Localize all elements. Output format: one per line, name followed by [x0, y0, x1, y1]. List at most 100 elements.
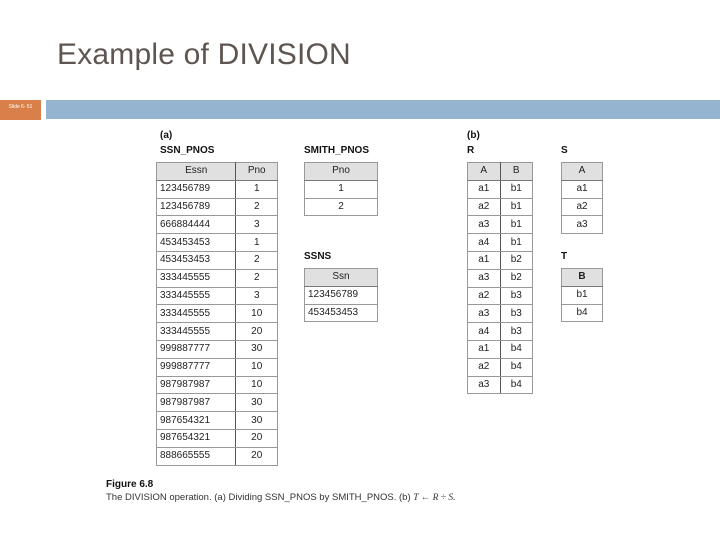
table-row: b4	[561, 303, 603, 323]
table-cell: 333445555	[155, 304, 237, 324]
table-cell: 30	[235, 339, 278, 359]
table-cell: 10	[235, 357, 278, 377]
table-cell: 30	[235, 393, 278, 413]
column-header: A	[561, 162, 603, 181]
ssn-pnos-title: SSN_PNOS	[160, 145, 215, 156]
caption-description: The DIVISION operation. (a) Dividing SSN…	[106, 492, 414, 503]
column-header: B	[561, 268, 603, 287]
table-cell: b1	[561, 285, 603, 305]
table-cell: b1	[499, 215, 533, 235]
table-cell: 2	[304, 197, 378, 217]
table-cell: 453453453	[304, 303, 378, 323]
column-header: Pno	[235, 162, 278, 181]
table-cell: a2	[467, 357, 501, 377]
table-cell: 10	[235, 304, 278, 324]
table-cell: 333445555	[155, 322, 237, 341]
table-cell: b3	[499, 286, 533, 306]
part-a-label: (a)	[160, 130, 173, 141]
table-row: a2 b3	[467, 286, 533, 306]
table-cell: b4	[499, 339, 533, 359]
table-cell: b1	[499, 197, 533, 217]
table-cell: a3	[467, 304, 501, 324]
table-row: a3	[561, 215, 603, 235]
table-cell: 453453453	[155, 250, 237, 270]
table-cell: b2	[499, 268, 533, 288]
table-row: a3 b4	[467, 375, 533, 395]
table-row: a1 b2	[467, 250, 533, 270]
table-cell: 987987987	[155, 375, 237, 395]
table-row: 987654321 20	[155, 428, 278, 448]
column-header: Ssn	[304, 268, 378, 287]
figure-caption-text: The DIVISION operation. (a) Dividing SSN…	[106, 492, 456, 503]
table-cell: a3	[467, 215, 501, 235]
table-cell: 1	[304, 179, 378, 199]
table-cell: b1	[499, 233, 533, 252]
table-cell: 3	[235, 215, 278, 235]
table-cell: 888665555	[155, 446, 237, 466]
table-cell: a3	[467, 375, 501, 395]
table-cell: a2	[467, 197, 501, 217]
table-cell: b4	[561, 303, 603, 323]
table-cell: 20	[235, 446, 278, 466]
column-header: Essn	[155, 162, 237, 181]
table-cell: 1	[235, 179, 278, 199]
table-row: a1 b1	[467, 179, 533, 199]
header-row: AB	[467, 162, 533, 181]
header-row: B	[561, 268, 603, 287]
table-cell: 453453453	[155, 233, 237, 252]
table-row: 987987987 30	[155, 393, 278, 413]
ssns-table: Ssn 123456789 453453453	[304, 268, 378, 323]
header-row: A	[561, 162, 603, 181]
table-cell: a4	[467, 233, 501, 252]
table-row: 453453453 1	[155, 233, 278, 252]
part-b-label: (b)	[467, 130, 480, 141]
header-row: Ssn	[304, 268, 378, 287]
table-row: 333445555 3	[155, 286, 278, 306]
table-cell: a2	[561, 197, 603, 217]
s-title: S	[561, 145, 568, 156]
table-cell: a4	[467, 322, 501, 341]
table-row: a3 b1	[467, 215, 533, 235]
r-table: A Ba1 b1 a2 b1 a3 b1 a4 b1 a1 b2 a3 b2 a2 b3 a3 b3 a4 b3 a1…	[467, 162, 533, 395]
table-row: 333445555 10	[155, 304, 278, 324]
table-row: 987654321 30	[155, 411, 278, 430]
figure-caption-title: Figure 6.8	[106, 479, 154, 490]
table-cell: 999887777	[155, 339, 237, 359]
table-row: 1	[304, 179, 378, 199]
table-row: 123456789 1	[155, 179, 278, 199]
table-row: 999887777 30	[155, 339, 278, 359]
ssns-title: SSNS	[304, 251, 332, 262]
table-cell: b3	[499, 322, 533, 341]
table-cell: a1	[467, 179, 501, 199]
table-row: 453453453 2	[155, 250, 278, 270]
table-row: b1	[561, 285, 603, 305]
table-cell: b3	[499, 304, 533, 324]
table-row: a2 b1	[467, 197, 533, 217]
table-row: 999887777 10	[155, 357, 278, 377]
table-cell: a1	[467, 339, 501, 359]
table-cell: b4	[499, 375, 533, 395]
table-row: 453453453	[304, 303, 378, 323]
table-cell: b1	[499, 179, 533, 199]
table-cell: 987654321	[155, 411, 237, 430]
table-cell: b4	[499, 357, 533, 377]
table-cell: a1	[467, 250, 501, 270]
table-row: 333445555 2	[155, 268, 278, 288]
table-row: 333445555 20	[155, 322, 278, 341]
table-cell: 987987987	[155, 393, 237, 413]
table-row: 888665555 20	[155, 446, 278, 466]
table-row: 987987987 10	[155, 375, 278, 395]
column-header: Pno	[304, 162, 378, 181]
table-cell: 2	[235, 197, 278, 217]
table-cell: 30	[235, 411, 278, 430]
table-cell: a3	[561, 215, 603, 235]
table-row: a3 b3	[467, 304, 533, 324]
table-cell: 20	[235, 428, 278, 448]
table-row: a4 b3	[467, 322, 533, 341]
table-row: a4 b1	[467, 233, 533, 252]
table-row: a1	[561, 179, 603, 199]
column-header: B	[499, 162, 533, 181]
table-cell: 10	[235, 375, 278, 395]
table-cell: a2	[467, 286, 501, 306]
table-cell: 666884444	[155, 215, 237, 235]
